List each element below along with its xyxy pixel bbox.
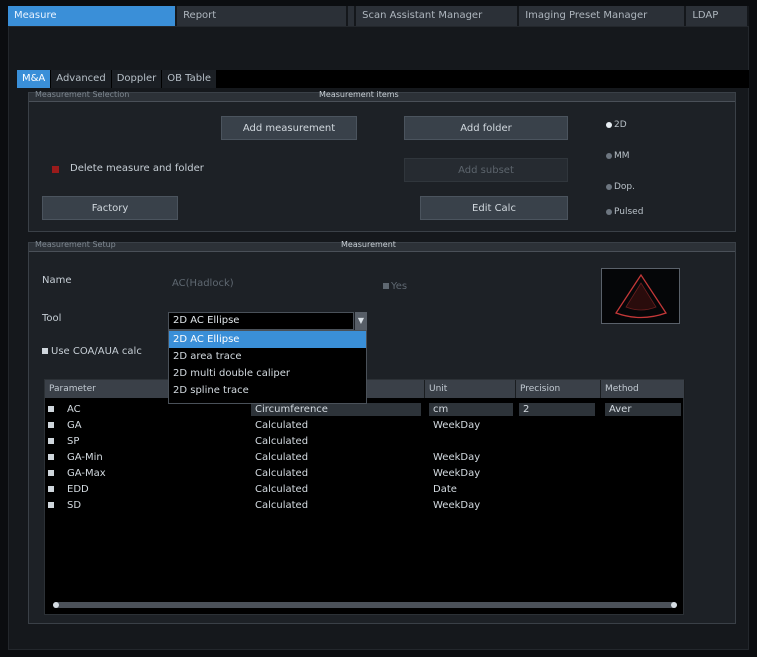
dropdown-option[interactable]: 2D spline trace: [169, 382, 366, 399]
tab-blank[interactable]: [348, 6, 357, 26]
cell-unit[interactable]: cm: [429, 403, 513, 416]
table-row[interactable]: GA Calculated WeekDay: [45, 419, 685, 432]
table-row[interactable]: AC Circumference cm 2 Aver: [45, 403, 685, 416]
tool-dropdown-list: 2D AC Ellipse 2D area trace 2D multi dou…: [168, 330, 367, 404]
cell-unit: WeekDay: [433, 468, 481, 479]
add-measurement-button[interactable]: Add measurement: [221, 116, 357, 140]
table-row[interactable]: SP Calculated: [45, 435, 685, 448]
cell-method[interactable]: Aver: [605, 403, 681, 416]
tool-label: Tool: [42, 313, 62, 324]
mode-radio-mm[interactable]: MM: [606, 151, 630, 161]
scroll-left-icon[interactable]: [53, 602, 59, 608]
column-header-method[interactable]: Method: [601, 380, 685, 398]
cell-result: Calculated: [255, 452, 309, 463]
tool-select[interactable]: 2D AC Ellipse: [168, 312, 354, 330]
tab-report[interactable]: Report: [177, 6, 349, 26]
use-coa-label: Use COA/AUA calc: [51, 346, 142, 357]
row-checkbox[interactable]: [48, 486, 54, 492]
subtab-ob-table[interactable]: OB Table: [162, 70, 217, 88]
radio-dot-icon: [606, 121, 612, 128]
cell-result: Calculated: [255, 484, 309, 495]
subtab-ma[interactable]: M&A: [17, 70, 51, 88]
cell-precision[interactable]: 2: [519, 403, 595, 416]
cell-unit: WeekDay: [433, 420, 481, 431]
row-checkbox[interactable]: [48, 502, 54, 508]
row-checkbox[interactable]: [48, 454, 54, 460]
top-tab-bar: Measure Report Scan Assistant Manager Im…: [8, 6, 749, 26]
edit-calc-button[interactable]: Edit Calc: [420, 196, 568, 220]
radio-dot-icon: [606, 208, 612, 215]
sector-icon: [615, 273, 667, 319]
subtab-doppler[interactable]: Doppler: [111, 70, 162, 88]
row-checkbox[interactable]: [48, 438, 54, 444]
yes-checkbox[interactable]: Yes: [383, 281, 407, 292]
row-checkbox[interactable]: [48, 406, 54, 412]
subtab-advanced[interactable]: Advanced: [51, 70, 111, 88]
dropdown-option[interactable]: 2D multi double caliper: [169, 365, 366, 382]
cell-result: Calculated: [255, 420, 309, 431]
factory-button[interactable]: Factory: [42, 196, 178, 220]
panel-header: Measurement Setup Measurement: [29, 240, 735, 252]
panel-header: Measurement Selection Measurement items: [29, 90, 735, 102]
yes-label: Yes: [391, 281, 408, 292]
checkbox-icon: [42, 348, 48, 354]
panel-title: Measurement: [341, 240, 396, 249]
cell-result: Calculated: [255, 500, 309, 511]
cell-parameter: GA: [67, 420, 82, 431]
cell-parameter: SD: [67, 500, 82, 511]
column-header-precision[interactable]: Precision: [516, 380, 601, 398]
radio-label: Pulsed: [614, 207, 644, 217]
sector-preview: [601, 268, 680, 324]
panel-title: Measurement items: [319, 90, 399, 99]
cell-parameter: EDD: [67, 484, 89, 495]
delete-measure-label[interactable]: Delete measure and folder: [70, 163, 204, 174]
chevron-down-icon[interactable]: ▼: [355, 312, 367, 330]
tab-imaging-preset-manager[interactable]: Imaging Preset Manager: [519, 6, 687, 26]
cell-parameter: AC: [67, 404, 81, 415]
mode-radio-dop[interactable]: Dop.: [606, 182, 635, 192]
table-row[interactable]: GA-Max Calculated WeekDay: [45, 467, 685, 480]
cell-unit: WeekDay: [433, 452, 481, 463]
dropdown-option[interactable]: 2D AC Ellipse: [169, 331, 366, 348]
name-label: Name: [42, 275, 72, 286]
tab-measure[interactable]: Measure: [8, 6, 178, 26]
radio-dot-icon: [606, 152, 612, 159]
cell-parameter: GA-Min: [67, 452, 103, 463]
cell-result: Calculated: [255, 468, 309, 479]
table-row[interactable]: GA-Min Calculated WeekDay: [45, 451, 685, 464]
panel-left-title: Measurement Selection: [35, 90, 130, 99]
column-header-unit[interactable]: Unit: [425, 380, 516, 398]
name-value[interactable]: AC(Hadlock): [172, 278, 234, 289]
add-subset-button[interactable]: Add subset: [404, 158, 568, 182]
add-folder-button[interactable]: Add folder: [404, 116, 568, 140]
mode-radio-pulsed[interactable]: Pulsed: [606, 207, 643, 217]
scroll-right-icon[interactable]: [671, 602, 677, 608]
cell-parameter: GA-Max: [67, 468, 106, 479]
tab-scan-assistant-manager[interactable]: Scan Assistant Manager: [356, 6, 520, 26]
tab-ldap[interactable]: LDAP: [686, 6, 749, 26]
panel-left-title: Measurement Setup: [35, 240, 116, 249]
sub-tab-bar: M&A Advanced Doppler OB Table: [17, 70, 749, 88]
parameter-table: Parameter Result Unit Precision Method A…: [44, 379, 685, 615]
radio-label: Dop.: [614, 182, 636, 192]
table-row[interactable]: SD Calculated WeekDay: [45, 499, 685, 512]
delete-icon[interactable]: [52, 166, 59, 173]
radio-label: MM: [614, 151, 630, 161]
row-checkbox[interactable]: [48, 470, 54, 476]
table-row[interactable]: EDD Calculated Date: [45, 483, 685, 496]
cell-result[interactable]: Circumference: [251, 403, 421, 416]
dropdown-option[interactable]: 2D area trace: [169, 348, 366, 365]
cell-parameter: SP: [67, 436, 80, 447]
mode-radio-2d[interactable]: 2D: [606, 120, 627, 130]
row-checkbox[interactable]: [48, 422, 54, 428]
horizontal-scrollbar[interactable]: [53, 602, 677, 608]
cell-unit: [433, 435, 517, 448]
checkbox-icon: [383, 283, 389, 289]
cell-result: Calculated: [255, 436, 309, 447]
use-coa-checkbox[interactable]: Use COA/AUA calc: [42, 346, 142, 357]
cell-unit: Date: [433, 484, 457, 495]
radio-dot-icon: [606, 183, 612, 190]
cell-unit: WeekDay: [433, 500, 481, 511]
radio-label: 2D: [614, 120, 627, 130]
